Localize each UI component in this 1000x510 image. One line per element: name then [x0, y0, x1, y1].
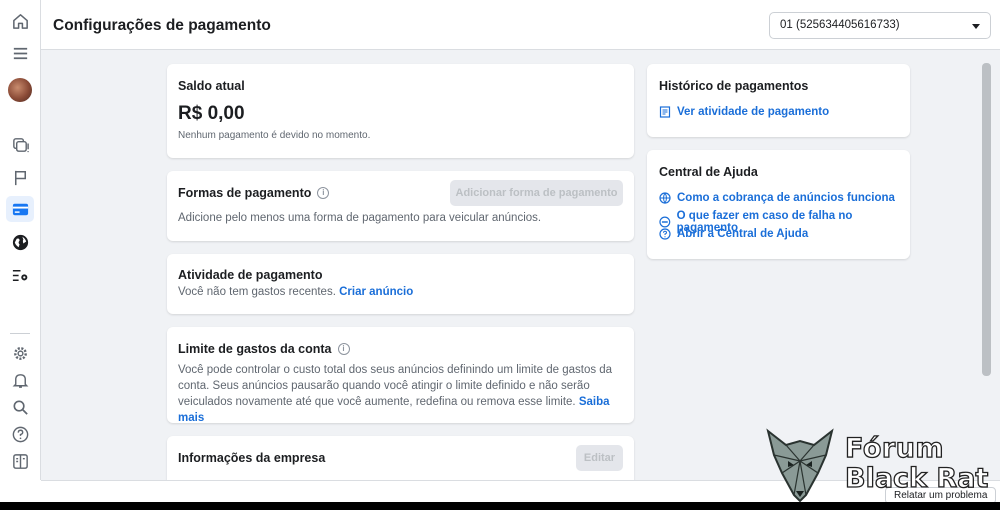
- rat-logo-icon: [766, 428, 834, 503]
- sidebar-divider: [10, 333, 30, 334]
- page-title: Configurações de pagamento: [53, 17, 271, 34]
- settings-list-icon[interactable]: [6, 262, 34, 288]
- business-info-title: Informações da empresa: [178, 451, 326, 465]
- help-icon[interactable]: [6, 421, 34, 447]
- info-icon[interactable]: i: [337, 342, 350, 355]
- spending-limit-line-3: veiculados novamente até que você aument…: [178, 394, 628, 426]
- credit-card-icon[interactable]: [6, 196, 34, 222]
- bell-icon[interactable]: [6, 367, 34, 393]
- balance-card: Saldo atual R$ 0,00 Nenhum pagamento é d…: [167, 64, 634, 158]
- payment-methods-text: Adicione pelo menos uma forma de pagamen…: [178, 212, 542, 224]
- balance-title: Saldo atual: [178, 79, 245, 93]
- globe-icon: [659, 192, 671, 204]
- spending-limit-title-text: Limite de gastos da conta: [178, 342, 332, 356]
- home-icon[interactable]: [6, 8, 34, 34]
- payment-activity-text: Você não tem gastos recentes. Criar anún…: [178, 284, 413, 300]
- avatar[interactable]: [8, 78, 32, 102]
- account-selector-value: 01 (525634405616733): [780, 19, 900, 31]
- spending-limit-text: Você pode controlar o custo total dos se…: [178, 362, 628, 426]
- watermark-line-2: Black Rat: [844, 462, 989, 494]
- minus-circle-icon: [659, 216, 671, 228]
- payment-history-title: Histórico de pagamentos: [659, 79, 809, 93]
- payment-methods-card: Formas de pagamento i Adicionar forma de …: [167, 171, 634, 241]
- help-icon: [659, 228, 671, 240]
- balance-amount: R$ 0,00: [178, 103, 245, 124]
- balance-note: Nenhum pagamento é devido no momento.: [178, 130, 371, 141]
- flag-icon[interactable]: [6, 164, 34, 190]
- info-icon[interactable]: i: [317, 186, 330, 199]
- help-link-open-center[interactable]: Abrir a Central de Ajuda: [659, 228, 808, 240]
- left-sidebar: [0, 0, 41, 480]
- gear-icon[interactable]: [6, 340, 34, 366]
- payment-activity-card: Atividade de pagamento Você não tem gast…: [167, 254, 634, 314]
- top-bar: Configurações de pagamento 01 (525634405…: [41, 0, 1000, 50]
- receipt-icon: [659, 106, 671, 118]
- watermark-line-1: Fórum: [844, 432, 945, 464]
- pages-icon[interactable]: [6, 131, 34, 157]
- payment-history-card: Histórico de pagamentos Ver atividade de…: [647, 64, 910, 137]
- forum-watermark: Fórum Black Rat: [760, 425, 1000, 505]
- scrollbar-thumb[interactable]: [982, 63, 991, 376]
- help-link-open-center-label: Abrir a Central de Ajuda: [677, 228, 809, 240]
- help-link-billing-label: Como a cobrança de anúncios funciona: [677, 192, 895, 204]
- help-link-billing[interactable]: Como a cobrança de anúncios funciona: [659, 192, 895, 204]
- spending-limit-line-3-text: veiculados novamente até que você aument…: [178, 396, 576, 408]
- edit-button[interactable]: Editar: [576, 445, 623, 471]
- payment-activity-message: Você não tem gastos recentes.: [178, 286, 336, 298]
- spending-limit-line-1: Você pode controlar o custo total dos se…: [178, 364, 613, 376]
- view-payment-activity-label: Ver atividade de pagamento: [677, 106, 830, 118]
- payment-activity-title: Atividade de pagamento: [178, 268, 323, 282]
- help-center-card: Central de Ajuda Como a cobrança de anún…: [647, 150, 910, 259]
- account-selector[interactable]: 01 (525634405616733): [769, 12, 991, 39]
- payment-methods-title: Formas de pagamento i: [178, 186, 330, 200]
- search-icon[interactable]: [6, 394, 34, 420]
- panel-icon[interactable]: [6, 448, 34, 474]
- menu-icon[interactable]: [6, 40, 34, 66]
- create-ad-link[interactable]: Criar anúncio: [339, 286, 413, 298]
- spending-limit-card: Limite de gastos da conta i Você pode con…: [167, 327, 634, 426]
- help-center-title: Central de Ajuda: [659, 165, 758, 179]
- add-payment-method-button[interactable]: Adicionar forma de pagamento: [450, 180, 623, 206]
- payment-methods-title-text: Formas de pagamento: [178, 186, 312, 200]
- spending-limit-line-2: conta. Seus anúncios pausarão quando voc…: [178, 380, 590, 392]
- view-payment-activity-link[interactable]: Ver atividade de pagamento: [659, 106, 829, 118]
- caret-down-icon: [972, 24, 980, 29]
- globe-icon[interactable]: [6, 229, 34, 255]
- spending-limit-title: Limite de gastos da conta i: [178, 342, 350, 356]
